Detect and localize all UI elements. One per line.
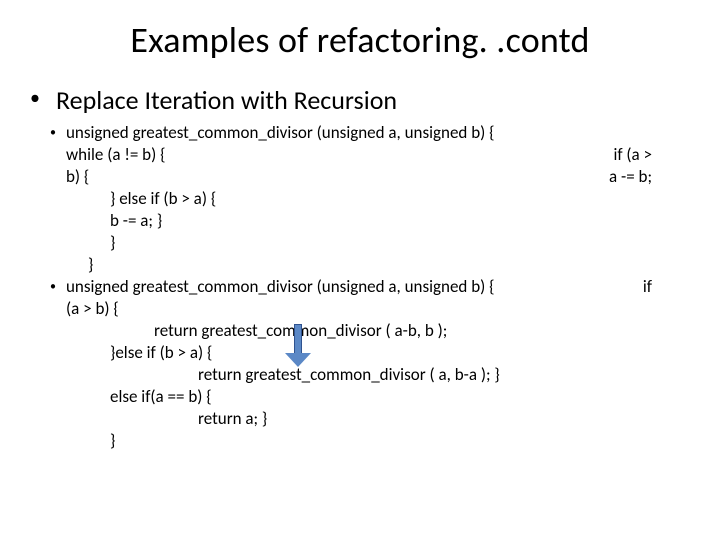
code-block-1: • unsigned greatest_common_divisor (unsi… — [30, 122, 690, 276]
code-line: return greatest_common_divisor ( a, b-a … — [66, 364, 690, 386]
bullet-icon: • — [30, 276, 66, 298]
slide-title: Examples of refactoring. .contd — [30, 18, 690, 62]
code-line: } — [66, 254, 690, 276]
code-body-2: unsigned greatest_common_divisor (unsign… — [66, 276, 690, 452]
code-line: } else if (b > a) { — [66, 188, 690, 210]
bullet-icon: • — [30, 122, 66, 144]
code-line: return a; } — [66, 408, 690, 430]
subheading-row: • Replace Iteration with Recursion — [30, 84, 690, 116]
code-line: unsigned greatest_common_divisor (unsign… — [66, 122, 690, 144]
slide: Examples of refactoring. .contd • Replac… — [0, 0, 720, 540]
code-line: while (a != b) { — [66, 144, 165, 165]
code-line: else if(a == b) { — [66, 386, 690, 408]
code-line: }else if (b > a) { — [66, 342, 690, 364]
code-line: } — [66, 232, 690, 254]
code-line: (a > b) { — [66, 298, 690, 320]
subheading: Replace Iteration with Recursion — [56, 84, 397, 116]
down-arrow-icon — [285, 324, 311, 368]
code-line: return greatest_common_divisor ( a-b, b … — [66, 320, 690, 342]
code-fragment: if — [643, 276, 652, 298]
code-line: b -= a; } — [66, 210, 690, 232]
code-block-2: • unsigned greatest_common_divisor (unsi… — [30, 276, 690, 452]
code-body-1: unsigned greatest_common_divisor (unsign… — [66, 122, 690, 276]
code-line: b) { — [66, 166, 690, 188]
code-line: unsigned greatest_common_divisor (unsign… — [66, 276, 494, 297]
bullet-icon: • — [30, 84, 56, 112]
code-fragment: if (a > — [613, 144, 652, 166]
code-fragment: a -= b; — [609, 166, 652, 188]
code-line: } — [66, 430, 690, 452]
